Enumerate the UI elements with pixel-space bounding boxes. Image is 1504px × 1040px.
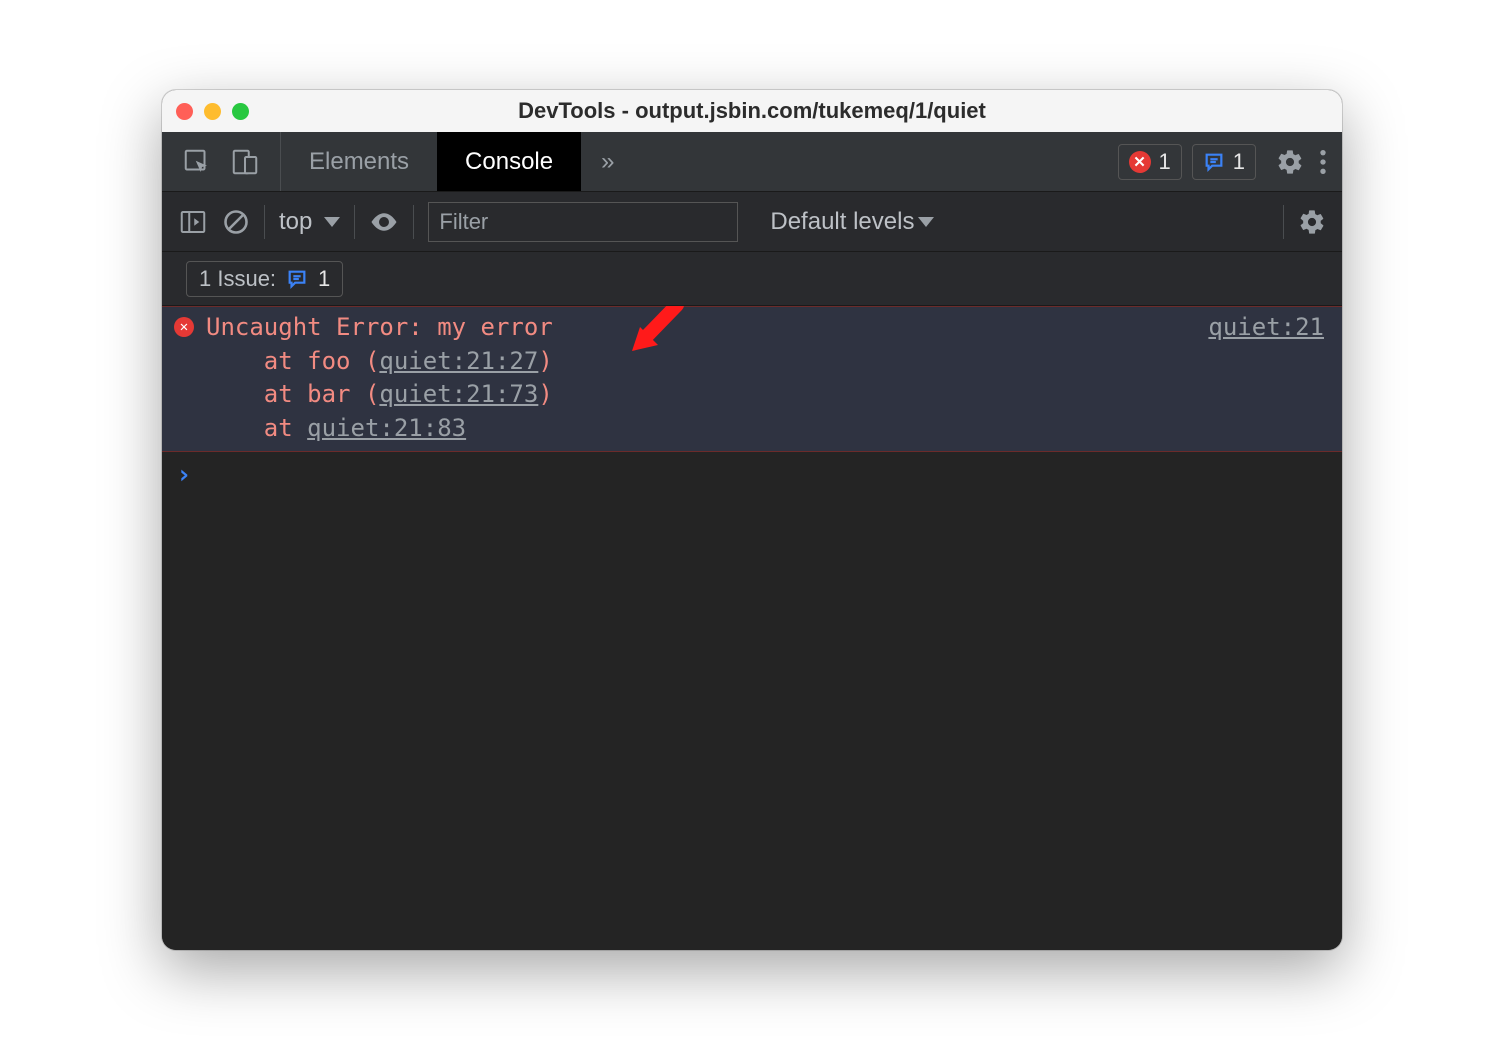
issue-count: 1 <box>1233 149 1245 175</box>
inspect-tools <box>162 132 281 191</box>
tab-console[interactable]: Console <box>437 132 581 191</box>
error-icon: ✕ <box>1129 151 1151 173</box>
context-selector[interactable]: top <box>279 208 340 236</box>
log-levels-selector[interactable]: Default levels <box>770 208 934 236</box>
separator <box>413 205 414 239</box>
console-error-entry: quiet:21 ✕ Uncaught Error: my error at f… <box>162 306 1342 452</box>
clear-console-icon[interactable] <box>222 208 250 236</box>
close-window-button[interactable] <box>176 103 193 120</box>
more-tabs-button[interactable]: » <box>581 132 634 191</box>
source-link[interactable]: quiet:21 <box>1208 313 1324 341</box>
minimize-window-button[interactable] <box>204 103 221 120</box>
zoom-window-button[interactable] <box>232 103 249 120</box>
error-icon: ✕ <box>174 317 194 337</box>
error-stack: Uncaught Error: my error at foo (quiet:2… <box>206 311 553 445</box>
title-bar: DevTools - output.jsbin.com/tukemeq/1/qu… <box>162 90 1342 132</box>
context-label: top <box>279 208 312 236</box>
stack-frame: at quiet:21:83 <box>206 414 466 442</box>
tabs-row: Elements Console » ✕ 1 1 <box>162 132 1342 192</box>
console-prompt[interactable]: › <box>162 452 1342 498</box>
toggle-sidebar-icon[interactable] <box>178 207 208 237</box>
console-settings-gear-icon[interactable] <box>1298 208 1326 236</box>
issue-speech-icon <box>286 268 308 290</box>
stack-frame: at foo (quiet:21:27) <box>206 347 553 375</box>
tab-elements[interactable]: Elements <box>281 132 437 191</box>
settings-gear-icon[interactable] <box>1276 148 1304 176</box>
error-count-badge[interactable]: ✕ 1 <box>1118 144 1182 180</box>
stack-link[interactable]: quiet:21:83 <box>307 414 466 442</box>
window-title: DevTools - output.jsbin.com/tukemeq/1/qu… <box>162 98 1342 124</box>
prompt-chevron-icon: › <box>176 460 192 490</box>
traffic-lights <box>176 103 249 120</box>
status-badges: ✕ 1 1 <box>1118 132 1263 191</box>
levels-label: Default levels <box>770 208 914 236</box>
issues-row: 1 Issue: 1 <box>162 252 1342 306</box>
issues-count: 1 <box>318 266 330 292</box>
devtools-window: DevTools - output.jsbin.com/tukemeq/1/qu… <box>162 90 1342 950</box>
live-expression-eye-icon[interactable] <box>369 207 399 237</box>
stack-link[interactable]: quiet:21:73 <box>379 380 538 408</box>
error-count: 1 <box>1159 149 1171 175</box>
error-message: Uncaught Error: my error <box>206 313 553 341</box>
filter-input[interactable] <box>428 202 738 242</box>
chevron-down-icon <box>918 217 934 227</box>
issues-label: 1 Issue: <box>199 266 276 292</box>
issue-speech-icon <box>1203 151 1225 173</box>
chevron-down-icon <box>324 217 340 227</box>
right-actions <box>1262 132 1342 191</box>
console-toolbar: top Default levels <box>162 192 1342 252</box>
issues-chip[interactable]: 1 Issue: 1 <box>186 261 343 297</box>
stack-link[interactable]: quiet:21:27 <box>379 347 538 375</box>
kebab-menu-icon[interactable] <box>1318 148 1328 176</box>
separator <box>1283 205 1284 239</box>
separator <box>264 205 265 239</box>
console-output: quiet:21 ✕ Uncaught Error: my error at f… <box>162 306 1342 950</box>
issue-count-badge[interactable]: 1 <box>1192 144 1256 180</box>
stack-frame: at bar (quiet:21:73) <box>206 380 553 408</box>
element-inspect-icon[interactable] <box>182 147 212 177</box>
separator <box>354 205 355 239</box>
device-toolbar-icon[interactable] <box>230 147 260 177</box>
